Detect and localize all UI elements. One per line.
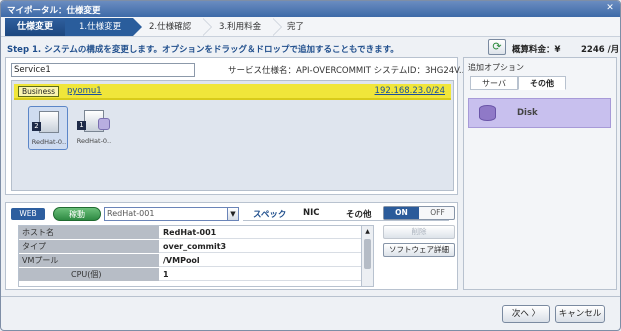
power-on[interactable]: ON	[384, 207, 419, 219]
cancel-button[interactable]: キャンセル	[555, 305, 605, 323]
tab-other-options[interactable]: その他	[518, 76, 566, 90]
footer-divider	[1, 296, 620, 297]
server-icon	[39, 111, 59, 133]
disk-icon	[98, 118, 110, 130]
instruction-text: Step 1. システムの構成を変更します。オプションをドラッグ＆ドロップで追加…	[7, 45, 399, 55]
property-key: CPU(個)	[19, 268, 159, 281]
status-badge: 稼動	[53, 207, 101, 221]
web-label: WEB	[11, 208, 45, 220]
window-titlebar: マイポータル：仕様変更 ✕	[1, 1, 620, 17]
window-title: マイポータル：仕様変更	[7, 6, 101, 16]
software-detail-button[interactable]: ソフトウェア詳細	[383, 243, 455, 257]
server-node[interactable]: 2 RedHat-0..	[28, 106, 68, 150]
delete-button[interactable]: 削除	[383, 225, 455, 239]
step-3: 3.利用料金	[205, 18, 282, 36]
option-disk[interactable]: Disk	[468, 98, 611, 128]
property-value: 1	[163, 270, 169, 279]
network-name-link[interactable]: pyomu1	[67, 86, 102, 96]
next-button[interactable]: 次へ 〉	[502, 305, 550, 323]
server-count-badge: 2	[32, 122, 41, 131]
steps-bar: 仕様変更 1.仕様変更 2.仕様確認 3.利用料金 完了	[1, 17, 620, 37]
table-row: タイプ over_commit3	[19, 240, 361, 253]
fee-label: 概算料金：¥	[512, 45, 561, 55]
server-label: RedHat-0..	[31, 138, 67, 146]
step-4: 完了	[273, 18, 333, 36]
disk-icon	[479, 105, 496, 121]
tab-divider	[243, 220, 449, 221]
scroll-thumb[interactable]	[364, 239, 371, 269]
table-row: VMプール /VMPool	[19, 254, 361, 267]
refresh-icon[interactable]: ⟳	[488, 39, 506, 55]
step-2: 2.仕様確認	[135, 18, 212, 36]
fee-value: 2246 /月	[581, 45, 620, 55]
step-1: 1.仕様変更	[65, 18, 142, 36]
service-name-input[interactable]: Service1	[11, 63, 195, 77]
close-icon[interactable]: ✕	[604, 3, 616, 14]
options-title: 追加オプション	[468, 63, 524, 72]
server-label: RedHat-0..	[76, 137, 112, 145]
network-badge: Business	[18, 86, 60, 97]
network-bar[interactable]: Business pyomu1 192.168.23.0/24	[14, 84, 451, 100]
main-window: マイポータル：仕様変更 ✕ 仕様変更 1.仕様変更 2.仕様確認 3.利用料金 …	[0, 0, 621, 331]
service-info: サービス仕様名：API-OVERCOMMIT システムID：3HG24V...	[228, 66, 467, 76]
option-label: Disk	[517, 108, 538, 118]
property-value: /VMPool	[163, 256, 200, 265]
table-row: ホスト名 RedHat-001	[19, 226, 361, 239]
property-value: over_commit3	[163, 242, 227, 251]
step-main-label: 仕様変更	[5, 18, 65, 36]
property-key: ホスト名	[19, 226, 159, 239]
network-ip-link[interactable]: 192.168.23.0/24	[375, 86, 445, 96]
tab-nic[interactable]: NIC	[303, 208, 320, 218]
scroll-up-icon[interactable]: ▲	[362, 226, 373, 237]
options-panel: 追加オプション サーバ その他 Disk	[463, 57, 617, 290]
hostname-select[interactable]: RedHat-001	[104, 207, 228, 221]
system-canvas: Business pyomu1 192.168.23.0/24 2 RedHat…	[11, 80, 454, 191]
tab-other[interactable]: その他	[346, 208, 372, 220]
properties-table: ホスト名 RedHat-001 タイプ over_commit3 VMプール /…	[18, 225, 374, 287]
vertical-scrollbar[interactable]: ▲	[361, 226, 373, 286]
server-detail-panel: WEB 稼動 RedHat-001 ▼ スペック NIC その他 ホスト名 Re…	[5, 202, 458, 290]
property-value: RedHat-001	[163, 228, 217, 237]
table-row: CPU(個) 1	[19, 268, 361, 281]
server-count-badge: 1	[77, 121, 86, 130]
step-2-label: 2.仕様確認	[149, 22, 192, 32]
power-toggle[interactable]: ON OFF	[383, 206, 455, 220]
chevron-down-icon[interactable]: ▼	[227, 207, 239, 221]
step-3-label: 3.利用料金	[219, 22, 262, 32]
tab-spec[interactable]: スペック	[253, 208, 286, 220]
property-key: タイプ	[19, 240, 159, 253]
server-node[interactable]: 1 RedHat-0..	[74, 106, 114, 150]
step-1-label: 1.仕様変更	[79, 22, 122, 32]
system-config-panel: Service1 サービス仕様名：API-OVERCOMMIT システムID：3…	[5, 57, 467, 195]
power-off[interactable]: OFF	[420, 207, 455, 219]
property-key: VMプール	[19, 254, 159, 267]
tab-server[interactable]: サーバ	[470, 76, 518, 90]
step-4-label: 完了	[287, 22, 305, 32]
